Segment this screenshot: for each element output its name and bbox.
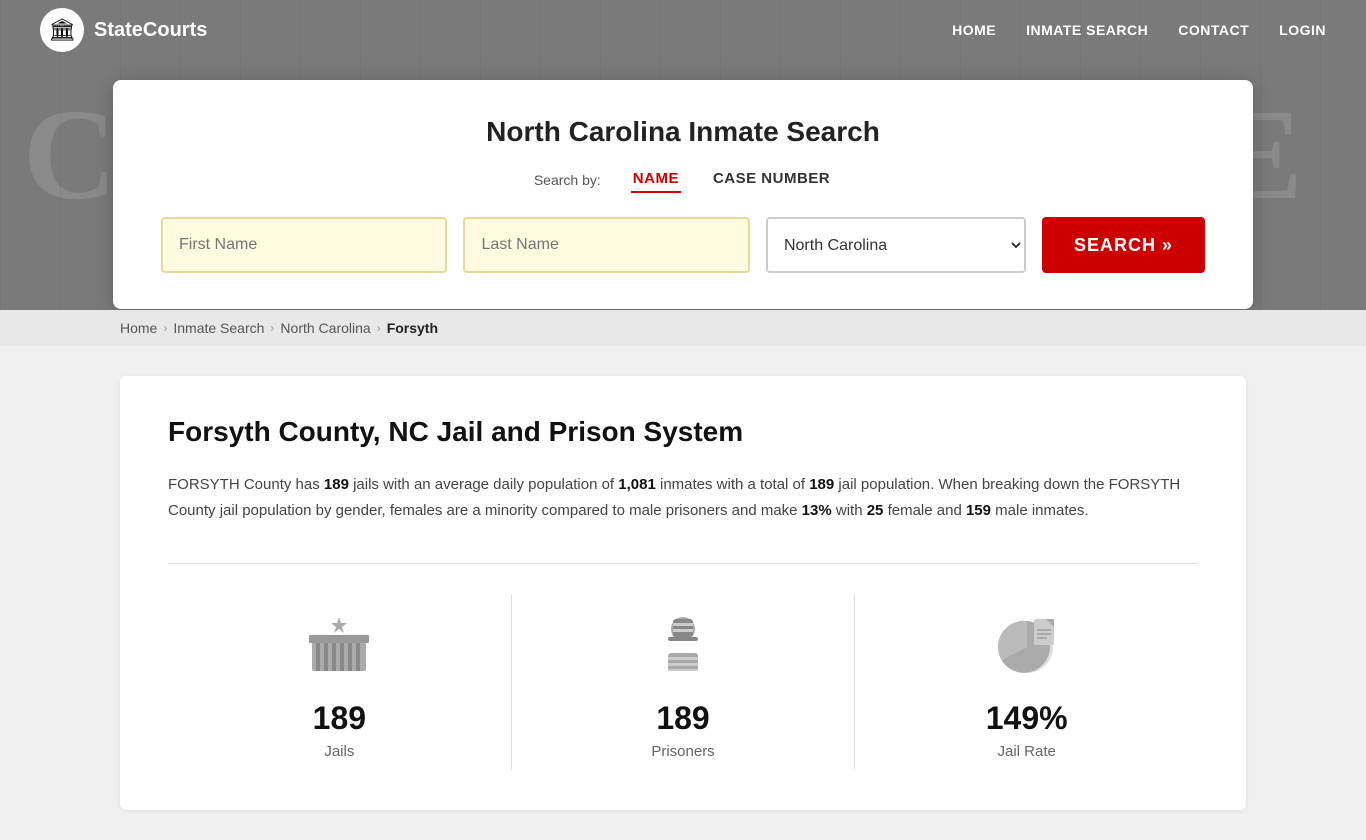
prisoners-stat-label: Prisoners — [651, 743, 714, 760]
search-card: North Carolina Inmate Search Search by: … — [113, 80, 1253, 309]
breadcrumb-sep-2: › — [270, 321, 274, 335]
nav-home[interactable]: HOME — [952, 22, 996, 38]
jail-icon — [299, 604, 379, 684]
logo-icon: 🏛 — [40, 8, 84, 52]
male-count: 159 — [966, 502, 991, 519]
nav-contact[interactable]: CONTACT — [1178, 22, 1249, 38]
jails-stat-number: 189 — [313, 700, 366, 737]
text-after-male: male inmates. — [991, 502, 1089, 519]
search-by-label: Search by: — [534, 172, 601, 188]
stat-jails: 189 Jails — [168, 594, 512, 770]
text-after-female: female and — [883, 502, 966, 519]
tab-name[interactable]: NAME — [631, 166, 681, 193]
logo-text: StateCourts — [94, 19, 207, 42]
jails-stat-label: Jails — [324, 743, 354, 760]
breadcrumb: Home › Inmate Search › North Carolina › … — [0, 310, 1366, 346]
first-name-input[interactable] — [161, 217, 447, 273]
nav-login[interactable]: LOGIN — [1279, 22, 1326, 38]
female-count: 25 — [867, 502, 884, 519]
hero-section: COURTHOUSE 🏛 StateCourts HOME INMATE SEA… — [0, 0, 1366, 310]
nav-links: HOME INMATE SEARCH CONTACT LOGIN — [952, 22, 1326, 38]
content-paragraph: FORSYTH County has 189 jails with an ave… — [168, 472, 1198, 523]
main-content: Forsyth County, NC Jail and Prison Syste… — [0, 346, 1366, 840]
search-card-wrapper: North Carolina Inmate Search Search by: … — [0, 80, 1366, 309]
female-pct: 13% — [802, 502, 832, 519]
breadcrumb-state[interactable]: North Carolina — [280, 320, 370, 336]
search-card-title: North Carolina Inmate Search — [161, 116, 1205, 148]
search-tabs: Search by: NAME CASE NUMBER — [161, 166, 1205, 193]
total-jails: 189 — [809, 476, 834, 493]
text-after-jails: jails with an average daily population o… — [349, 476, 618, 493]
text-after-population: inmates with a total of — [656, 476, 809, 493]
stat-prisoners: 189 Prisoners — [512, 594, 856, 770]
prisoners-stat-number: 189 — [656, 700, 709, 737]
stats-row: 189 Jails — [168, 563, 1198, 770]
prisoner-icon — [643, 604, 723, 684]
last-name-input[interactable] — [463, 217, 749, 273]
content-card: Forsyth County, NC Jail and Prison Syste… — [120, 376, 1246, 810]
jail-rate-stat-number: 149% — [986, 700, 1068, 737]
stat-jail-rate: 149% Jail Rate — [855, 594, 1198, 770]
breadcrumb-sep-3: › — [377, 321, 381, 335]
breadcrumb-current: Forsyth — [387, 320, 438, 336]
rate-icon — [987, 604, 1067, 684]
breadcrumb-home[interactable]: Home — [120, 320, 157, 336]
breadcrumb-sep-1: › — [163, 321, 167, 335]
navbar: 🏛 StateCourts HOME INMATE SEARCH CONTACT… — [0, 0, 1366, 60]
search-button[interactable]: SEARCH » — [1042, 217, 1205, 273]
search-fields: North Carolina Alabama Alaska Arizona Ar… — [161, 217, 1205, 273]
nav-inmate-search[interactable]: INMATE SEARCH — [1026, 22, 1148, 38]
text-after-pct: with — [832, 502, 867, 519]
population-count: 1,081 — [618, 476, 656, 493]
jail-rate-stat-label: Jail Rate — [998, 743, 1056, 760]
content-title: Forsyth County, NC Jail and Prison Syste… — [168, 416, 1198, 448]
text-before-jails: FORSYTH County has — [168, 476, 324, 493]
logo[interactable]: 🏛 StateCourts — [40, 8, 207, 52]
state-select[interactable]: North Carolina Alabama Alaska Arizona Ar… — [766, 217, 1026, 273]
breadcrumb-inmate-search[interactable]: Inmate Search — [173, 320, 264, 336]
jails-count: 189 — [324, 476, 349, 493]
tab-case-number[interactable]: CASE NUMBER — [711, 166, 832, 193]
